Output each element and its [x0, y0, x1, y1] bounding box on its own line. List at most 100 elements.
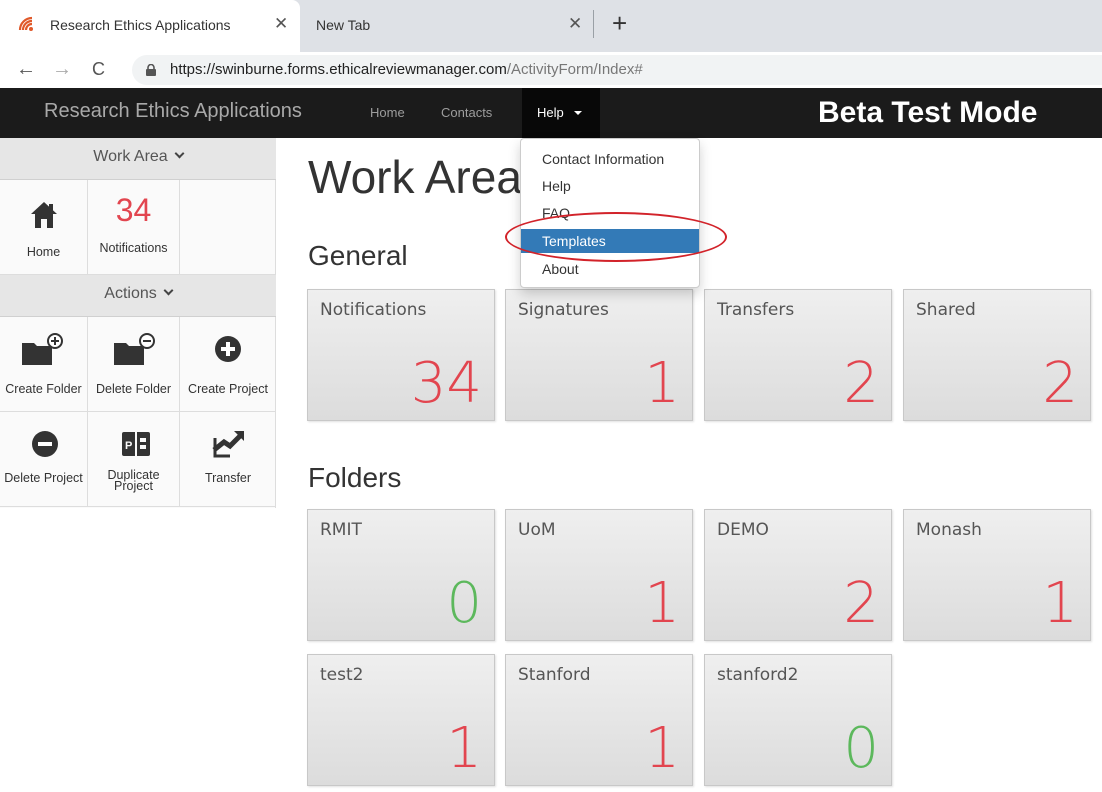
tile-label: Shared — [916, 300, 976, 320]
tile-count: 2 — [843, 351, 879, 416]
action-label: Delete Folder — [95, 382, 172, 396]
tile-count: 1 — [446, 716, 482, 781]
address-bar: ← → C https://swinburne.forms.ethicalrev… — [0, 52, 1102, 88]
url-text: https://swinburne.forms.ethicalreviewman… — [170, 61, 643, 78]
work-area-panel-title: Work Area — [0, 148, 276, 166]
tile-count: 2 — [843, 571, 879, 636]
tab-title: New Tab — [316, 17, 371, 33]
sidebar-item-label: Home — [26, 245, 61, 259]
nav-help-dropdown-toggle[interactable]: Help — [522, 88, 600, 138]
folders-heading: Folders — [308, 462, 402, 493]
menu-item-templates[interactable]: Templates — [521, 229, 699, 253]
nav-link-contacts[interactable]: Contacts — [441, 105, 492, 120]
tile-count: 0 — [843, 716, 879, 781]
plus-circle-icon — [215, 336, 241, 362]
tile-label: test2 — [320, 665, 364, 685]
caret-down-icon — [574, 111, 582, 115]
tile-count: 2 — [1042, 351, 1078, 416]
brand-title[interactable]: Research Ethics Applications — [44, 100, 302, 123]
tile-signatures[interactable]: Signatures 1 — [505, 289, 693, 421]
tab-research-ethics[interactable]: Research Ethics Applications ✕ — [0, 0, 300, 52]
sidebar-item-home[interactable]: Home — [0, 180, 88, 275]
general-heading: General — [308, 240, 408, 271]
nav-help-label: Help — [537, 105, 564, 120]
duplicate-icon: P — [122, 432, 150, 456]
folder-tile-stanford2[interactable]: stanford2 0 — [704, 654, 892, 786]
menu-item-label: About — [542, 261, 579, 277]
delete-project-button[interactable]: Delete Project — [0, 412, 88, 507]
forward-arrow-icon[interactable]: → — [52, 58, 72, 81]
transfer-button[interactable]: Transfer — [180, 412, 276, 507]
create-folder-button[interactable]: Create Folder — [0, 317, 88, 412]
duplicate-project-button[interactable]: P Duplicate Project — [88, 412, 180, 507]
actions-panel-header[interactable]: Actions — [0, 275, 276, 317]
tile-count: 1 — [644, 571, 680, 636]
actions-row-2: Delete Project P Duplicate Project Trans… — [0, 412, 276, 507]
actions-panel-title: Actions — [0, 285, 276, 303]
delete-folder-button[interactable]: Delete Folder — [88, 317, 180, 412]
reload-icon[interactable]: C — [92, 59, 105, 80]
folder-minus-icon — [114, 333, 155, 365]
folder-tile-demo[interactable]: DEMO 2 — [704, 509, 892, 641]
menu-item-faq[interactable]: FAQ — [521, 201, 699, 225]
tile-label: Transfers — [717, 300, 795, 320]
tab-close-icon[interactable]: ✕ — [568, 14, 582, 34]
actions-row-1: Create Folder Delete Folder Create Proje… — [0, 317, 276, 412]
tile-count: 1 — [644, 351, 680, 416]
folder-tile-test2[interactable]: test2 1 — [307, 654, 495, 786]
action-label: Create Project — [188, 382, 268, 396]
folder-tile-rmit[interactable]: RMIT 0 — [307, 509, 495, 641]
lock-icon — [146, 64, 156, 76]
action-label: Project — [114, 479, 153, 493]
tile-shared[interactable]: Shared 2 — [903, 289, 1091, 421]
tile-count: 1 — [644, 716, 680, 781]
folder-tile-stanford[interactable]: Stanford 1 — [505, 654, 693, 786]
menu-item-label: FAQ — [542, 205, 571, 221]
home-icon — [31, 202, 57, 228]
sidebar-item-label: Notifications — [99, 241, 168, 255]
back-arrow-icon[interactable]: ← — [16, 58, 36, 81]
tab-new-tab[interactable]: New Tab ✕ — [300, 0, 600, 52]
tile-count: 34 — [410, 351, 482, 416]
url-domain: https://swinburne.forms.ethicalreviewman… — [170, 61, 507, 78]
chevron-down-icon — [174, 148, 185, 159]
site-favicon-icon — [18, 16, 33, 31]
tile-notifications[interactable]: Notifications 34 — [307, 289, 495, 421]
menu-item-contact-information[interactable]: Contact Information — [521, 147, 699, 171]
tile-label: Notifications — [320, 300, 427, 320]
menu-item-label: Contact Information — [542, 151, 665, 167]
action-label: Create Folder — [5, 382, 82, 396]
tile-label: DEMO — [717, 520, 769, 540]
browser-tab-bar: Research Ethics Applications ✕ New Tab ✕… — [0, 0, 1102, 52]
tab-separator — [593, 10, 594, 38]
tile-label: RMIT — [320, 520, 362, 540]
notifications-count: 34 — [115, 192, 152, 228]
action-label: Delete Project — [4, 471, 83, 485]
create-project-button[interactable]: Create Project — [180, 317, 276, 412]
folder-tile-monash[interactable]: Monash 1 — [903, 509, 1091, 641]
tile-count: 1 — [1042, 571, 1078, 636]
url-field[interactable]: https://swinburne.forms.ethicalreviewman… — [132, 55, 1102, 85]
folder-plus-icon — [22, 333, 63, 365]
menu-item-help[interactable]: Help — [521, 174, 699, 198]
menu-item-label: Help — [542, 178, 571, 194]
tile-label: stanford2 — [717, 665, 799, 685]
menu-item-about[interactable]: About — [521, 257, 699, 281]
new-tab-icon[interactable]: + — [612, 8, 627, 39]
svg-text:P: P — [125, 440, 132, 452]
url-path: /ActivityForm/Index# — [506, 61, 643, 78]
menu-item-label: Templates — [542, 233, 606, 249]
nav-link-home[interactable]: Home — [370, 105, 405, 120]
tile-transfers[interactable]: Transfers 2 — [704, 289, 892, 421]
tile-label: UoM — [518, 520, 556, 540]
work-area-row: Home 34 Notifications — [0, 180, 276, 275]
sidebar-item-notifications[interactable]: 34 Notifications — [88, 180, 180, 275]
folder-tile-uom[interactable]: UoM 1 — [505, 509, 693, 641]
app-navbar: Research Ethics Applications Home Contac… — [0, 88, 1102, 138]
work-area-panel-header[interactable]: Work Area — [0, 138, 276, 180]
tab-title: Research Ethics Applications — [50, 17, 231, 33]
transfer-icon — [212, 431, 244, 458]
tab-close-icon[interactable]: ✕ — [274, 14, 288, 34]
minus-circle-icon — [32, 431, 58, 457]
beta-test-mode-label: Beta Test Mode — [818, 96, 1038, 129]
